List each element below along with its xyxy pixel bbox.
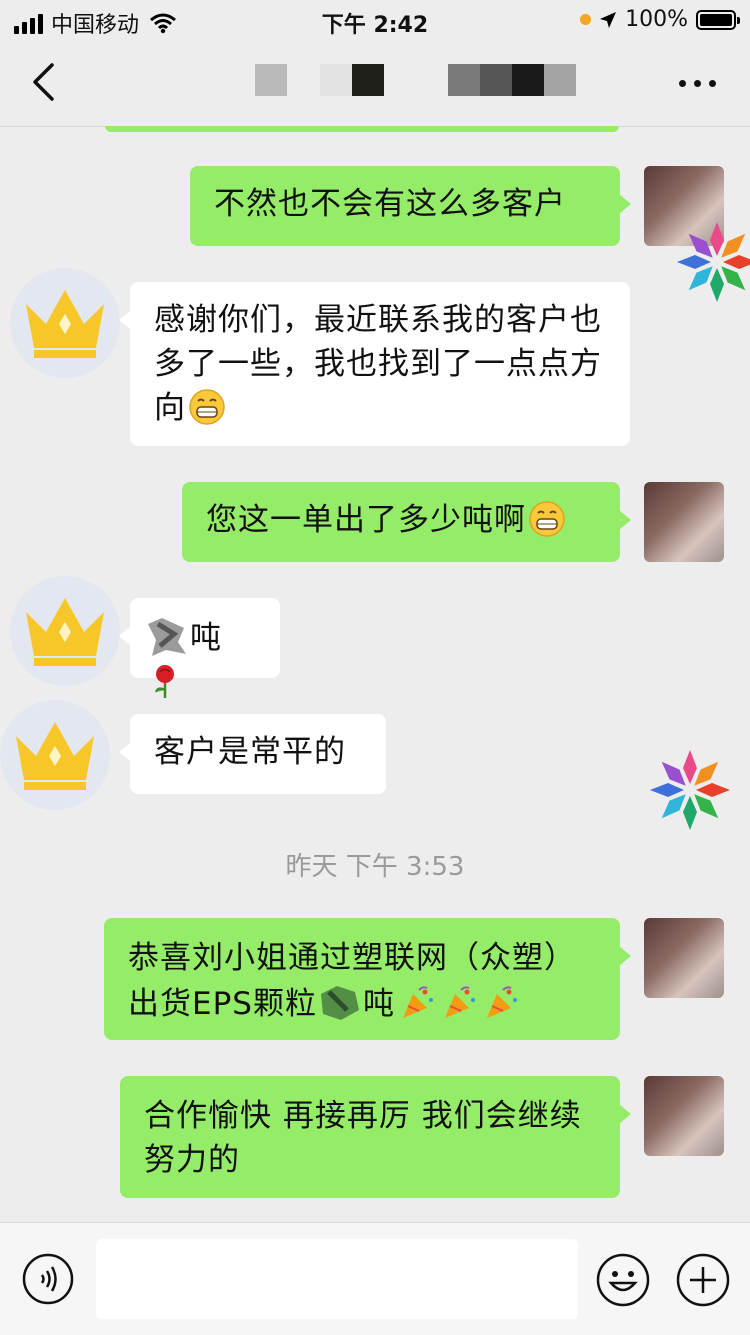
- flower-sticker-icon: [650, 750, 730, 830]
- chat-title: [255, 64, 585, 96]
- message-input[interactable]: [96, 1239, 578, 1319]
- message-text: 您这一单出了多少吨啊: [206, 502, 526, 538]
- message-text: 不然也不会有这么多客户: [214, 186, 566, 222]
- battery-percent: 100%: [625, 7, 688, 32]
- message-bubble-incoming[interactable]: 客户是常平的: [119, 714, 386, 794]
- location-icon: [600, 11, 617, 28]
- party-popper-icon: [486, 986, 517, 1018]
- status-bar: 中国移动 下午 2:42 100%: [0, 0, 750, 40]
- message-text-suffix: 吨: [362, 986, 395, 1022]
- message-bubble-outgoing[interactable]: 恭喜刘小姐通过塑联网（众塑）出货EPS颗粒吨: [104, 918, 631, 1040]
- message-timestamp: 昨天 下午 3:53: [285, 852, 465, 882]
- message-bubble-incoming[interactable]: 吨: [119, 598, 280, 698]
- message-bubble-outgoing[interactable]: 您这一单出了多少吨啊: [182, 482, 631, 562]
- crown-icon: [26, 598, 104, 666]
- party-popper-icon: [444, 986, 475, 1018]
- chevron-left-icon[interactable]: [30, 62, 56, 102]
- message-input-bar: [0, 1222, 750, 1335]
- more-dots-icon[interactable]: [679, 80, 716, 87]
- message-bubble-incoming[interactable]: 感谢你们，最近联系我的客户也多了一些，我也找到了一点点方向: [119, 282, 630, 446]
- redacted-number: [148, 618, 186, 656]
- message-bubble-outgoing[interactable]: 不然也不会有这么多客户: [190, 166, 631, 246]
- battery-icon: [696, 9, 740, 30]
- message-text: 合作愉快 再接再厉 我们会继续努力的: [144, 1098, 582, 1178]
- my-avatar[interactable]: [644, 482, 724, 562]
- message-text: 客户是常平的: [154, 734, 346, 770]
- message-text: 吨: [190, 620, 222, 656]
- my-avatar[interactable]: [644, 1076, 724, 1156]
- party-popper-icon: [402, 986, 433, 1018]
- chat-header: [0, 40, 750, 127]
- contact-avatar[interactable]: [10, 268, 120, 378]
- emoji-icon[interactable]: [596, 1253, 650, 1307]
- previous-message-edge: [105, 126, 619, 132]
- message-bubble-outgoing[interactable]: 合作愉快 再接再厉 我们会继续努力的: [120, 1076, 631, 1198]
- crown-icon: [26, 290, 104, 358]
- voice-icon[interactable]: [22, 1253, 74, 1305]
- grin-emoji-icon: [189, 389, 225, 425]
- crown-icon: [16, 722, 94, 790]
- redacted-number: [320, 986, 359, 1020]
- plus-icon[interactable]: [676, 1253, 730, 1307]
- contact-avatar[interactable]: [10, 576, 120, 686]
- recording-indicator: [580, 14, 592, 25]
- flower-sticker-icon: [677, 222, 750, 302]
- grin-emoji-icon: [529, 501, 565, 537]
- my-avatar[interactable]: [644, 918, 724, 998]
- rose-icon: [155, 665, 174, 698]
- contact-avatar[interactable]: [0, 700, 110, 810]
